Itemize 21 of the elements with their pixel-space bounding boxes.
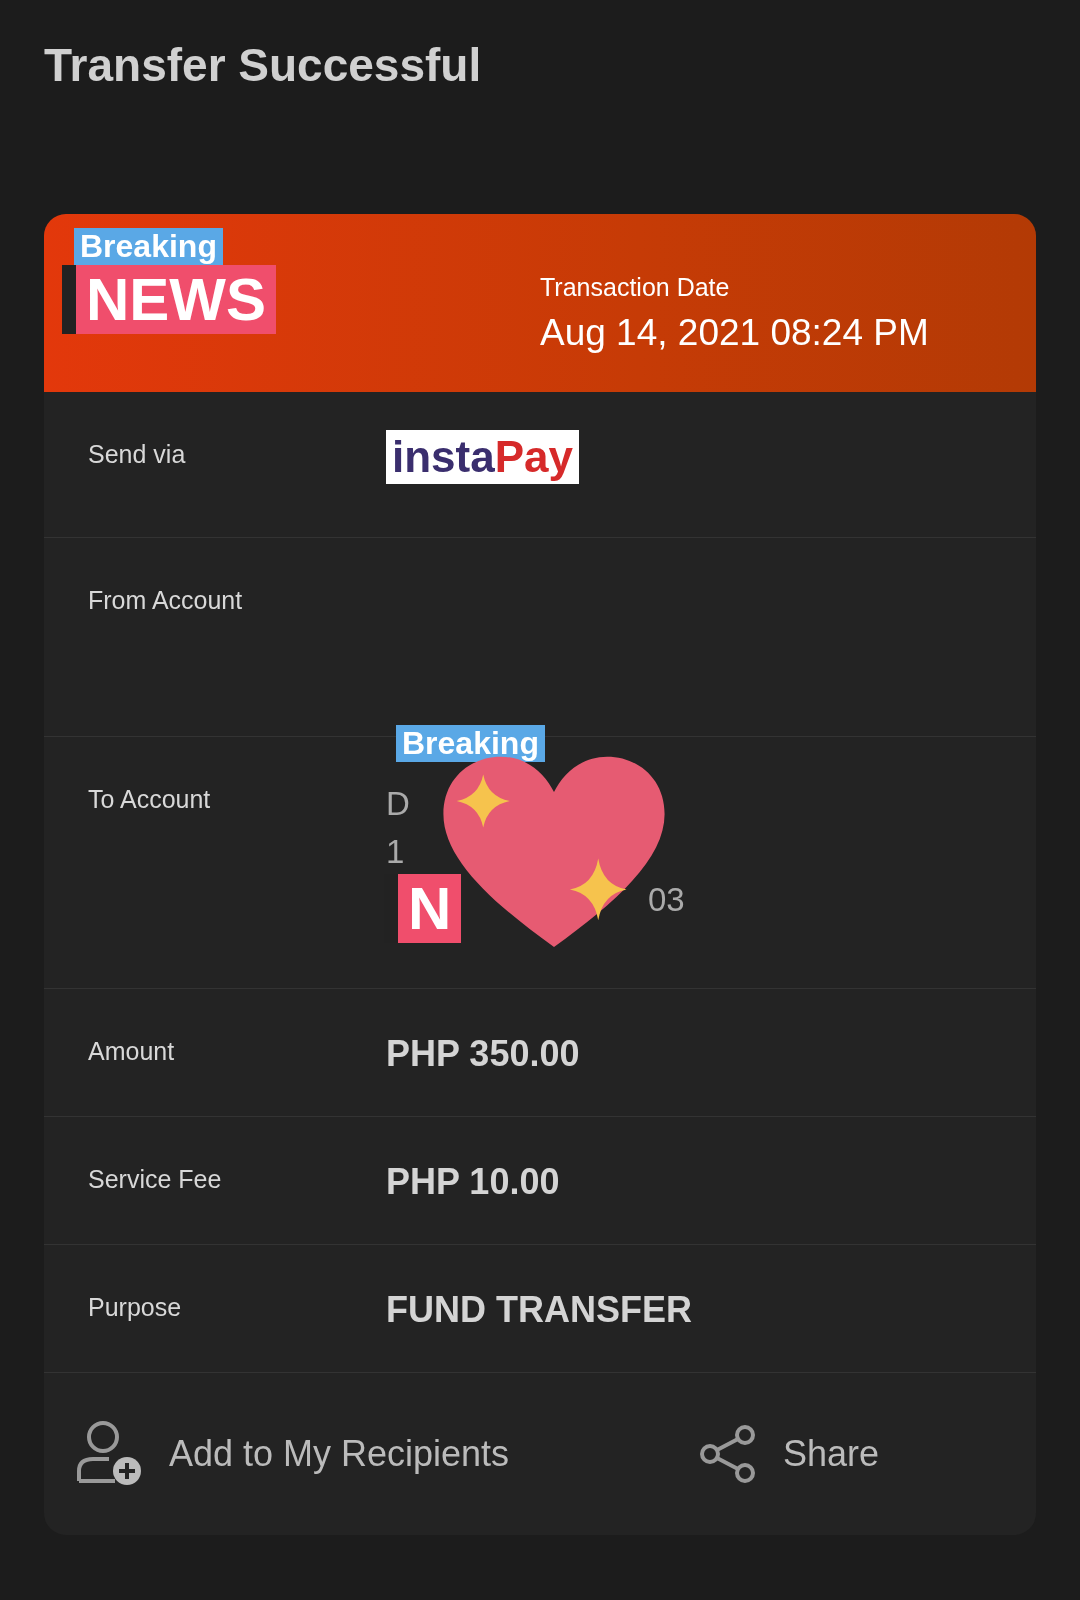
sticker-text: Breaking [74, 228, 223, 265]
sticker-text: Breaking [396, 725, 545, 762]
field-label: Service Fee [88, 1165, 223, 1195]
sticker-text: NEWS [62, 265, 276, 334]
field-value: PHP 350.00 [386, 1033, 580, 1075]
share-button[interactable]: Share [540, 1422, 1036, 1486]
field-label: To Account [88, 785, 212, 815]
add-recipient-button[interactable]: Add to My Recipients [44, 1418, 540, 1490]
field-value: 03 [648, 881, 685, 919]
field-value: 1 [386, 833, 405, 871]
field-value: D [386, 785, 410, 823]
field-label: Send via [88, 440, 187, 470]
field-value: PHP 10.00 [386, 1161, 560, 1203]
field-label: Amount [88, 1037, 176, 1067]
logo: instaPay [386, 430, 579, 484]
field-label: Purpose [88, 1293, 183, 1323]
page-title: Transfer Successful [44, 38, 483, 92]
field-label: From Account [88, 586, 244, 616]
field-value: FUND TRANSFER [386, 1289, 692, 1331]
date-value: Aug 14, 2021 08:24 PM [540, 311, 929, 354]
date-label: Transaction Date [540, 272, 731, 302]
